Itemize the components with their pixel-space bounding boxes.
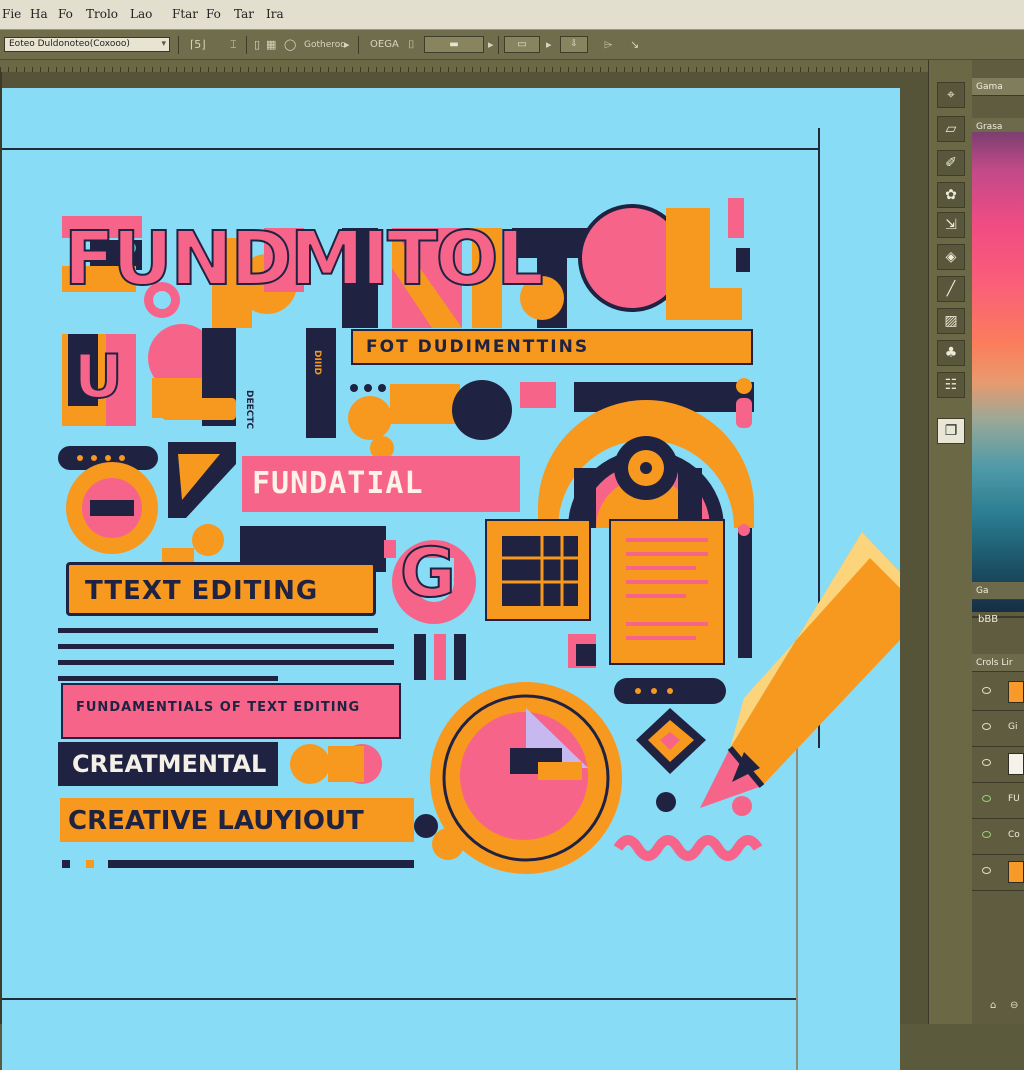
menu-format[interactable]: Fo <box>58 7 73 21</box>
bracket-icon[interactable]: ⌈5⌋ <box>190 38 206 52</box>
divider <box>246 36 247 54</box>
divider <box>178 36 179 54</box>
arrow-icon[interactable]: ↘ <box>630 38 639 52</box>
text-tool-icon[interactable]: ☷ <box>937 372 965 398</box>
layer-row[interactable] <box>972 746 1024 783</box>
creative-layout-text[interactable]: CREATIVE LAUYIOUT <box>68 806 364 836</box>
menu-help[interactable]: Ha <box>30 7 48 21</box>
circle-icon[interactable]: ◯ <box>284 38 296 52</box>
brace-icon[interactable]: ⌷ <box>408 38 415 52</box>
stamp-tool-icon[interactable]: ▨ <box>937 308 965 334</box>
fill-button[interactable]: ▬ <box>424 36 484 53</box>
frame-icon[interactable]: ▯ <box>254 38 260 52</box>
divider <box>358 36 359 54</box>
color-panel-tab[interactable]: Gama <box>972 78 1024 96</box>
text-editing-text: TTEXT EDITING <box>85 576 319 606</box>
artboard[interactable]: FUNDMITOL FOT DUDIMENTTINS U DEECTC DIII… <box>2 88 900 1070</box>
vertical-text-b[interactable]: DIIID <box>312 350 322 375</box>
right-panels: Gama Grasa Ga bBB Crols Lir Gi FU Co ⌂ ⊖ <box>972 60 1024 1024</box>
menu-font[interactable]: Ftar <box>172 7 198 21</box>
layer-label: FU <box>1008 794 1020 804</box>
eye-icon[interactable] <box>982 687 991 694</box>
chevron-right-icon[interactable]: ▸ <box>546 38 552 52</box>
eye-icon[interactable] <box>982 723 991 730</box>
letter-u-text[interactable]: U <box>73 341 124 413</box>
menu-layout[interactable]: Lao <box>130 7 152 21</box>
menu-fo[interactable]: Fo <box>206 7 221 21</box>
color-swatch-ramp[interactable] <box>972 132 1024 612</box>
knife-tool-icon[interactable]: ◈ <box>937 244 965 270</box>
banner-subtitle-text[interactable]: FOT DUDIMENTTINS <box>366 337 589 357</box>
transform-tool-icon[interactable]: ⇲ <box>937 212 965 238</box>
layer-label: Gi <box>1008 722 1018 732</box>
layer-thumbnail <box>1008 681 1024 703</box>
text-editing-banner[interactable]: TTEXT EDITING <box>66 562 376 616</box>
creatmental-text[interactable]: CREATMENTAL <box>72 750 266 778</box>
line-tool-icon[interactable]: ╱ <box>937 276 965 302</box>
layer-thumbnail <box>1008 861 1024 883</box>
pin-icon[interactable]: ⌲ <box>604 38 613 52</box>
shape-tool-icon[interactable]: ♣ <box>937 340 965 366</box>
layer-row[interactable] <box>972 674 1024 711</box>
headline-text[interactable]: FUNDMITOL <box>63 215 545 303</box>
eye-icon[interactable] <box>982 831 991 838</box>
eye-icon[interactable] <box>982 867 991 874</box>
note-tool-icon[interactable]: ❐ <box>937 418 965 444</box>
chevron-right-icon[interactable]: ▸ <box>344 38 350 52</box>
layer-label: Co <box>1008 830 1020 840</box>
pipe-icon[interactable]: ⌶ <box>230 38 237 52</box>
menu-tools[interactable]: Trolo <box>86 7 118 21</box>
fundamentals-text[interactable]: FUNDAMENTIALS OF TEXT EDITING <box>76 700 360 715</box>
document-name: Eoteo Duldonoteo(Coxooo) <box>9 39 130 49</box>
menu-ira[interactable]: Ira <box>266 7 284 21</box>
panel-footer-icon[interactable]: ⊖ <box>1010 1000 1018 1011</box>
mid-panel-tab[interactable]: Ga <box>972 582 1024 600</box>
panel-footer-icon[interactable]: ⌂ <box>990 1000 996 1011</box>
brush-tool-icon[interactable]: ✿ <box>937 182 965 208</box>
eye-icon[interactable] <box>982 759 991 766</box>
stroke-button[interactable]: ▭ <box>504 36 540 53</box>
mid-panel-value: bBB <box>978 614 999 625</box>
control-bar: Eoteo Duldonoteo(Coxooo) ▾ ⌈5⌋ ⌶ ▯ ▦ ◯ G… <box>0 30 1024 60</box>
layer-row[interactable] <box>972 854 1024 891</box>
layer-row[interactable]: Co <box>972 818 1024 855</box>
style-label[interactable]: Gotheroo <box>304 38 346 52</box>
layer-thumbnail <box>1008 753 1024 775</box>
vertical-text-a[interactable]: DEECTC <box>244 390 254 429</box>
layer-row[interactable]: FU <box>972 782 1024 819</box>
tool-strip: ⌖ ▱ ✐ ✿ ⇲ ◈ ╱ ▨ ♣ ☷ ❐ <box>928 60 972 1024</box>
align-label[interactable]: OEGA <box>370 38 399 52</box>
zoom-button[interactable]: ⇩ <box>560 36 588 53</box>
document-select[interactable]: Eoteo Duldonoteo(Coxooo) ▾ <box>4 37 170 52</box>
menu-file[interactable]: Fie <box>2 7 21 21</box>
divider <box>498 36 499 54</box>
grid-icon[interactable]: ▦ <box>266 38 276 52</box>
layers-panel-tab[interactable]: Crols Lir <box>972 654 1024 672</box>
menu-tar[interactable]: Tar <box>234 7 254 21</box>
layer-row[interactable]: Gi <box>972 710 1024 747</box>
eraser-tool-icon[interactable]: ▱ <box>937 116 965 142</box>
pen-tool-icon[interactable]: ✐ <box>937 150 965 176</box>
menubar: Fie Ha Fo Trolo Lao Ftar Fo Tar Ira <box>0 0 1024 30</box>
letter-g-text[interactable]: G <box>399 533 457 614</box>
chevron-down-icon: ▾ <box>161 39 166 49</box>
canvas-workspace[interactable]: FUNDMITOL FOT DUDIMENTTINS U DEECTC DIII… <box>2 72 928 1070</box>
eye-icon[interactable] <box>982 795 991 802</box>
move-tool-icon[interactable]: ⌖ <box>937 82 965 108</box>
fundatial-text[interactable]: FUNDATIAL <box>252 466 424 501</box>
chevron-right-icon[interactable]: ▸ <box>488 38 494 52</box>
